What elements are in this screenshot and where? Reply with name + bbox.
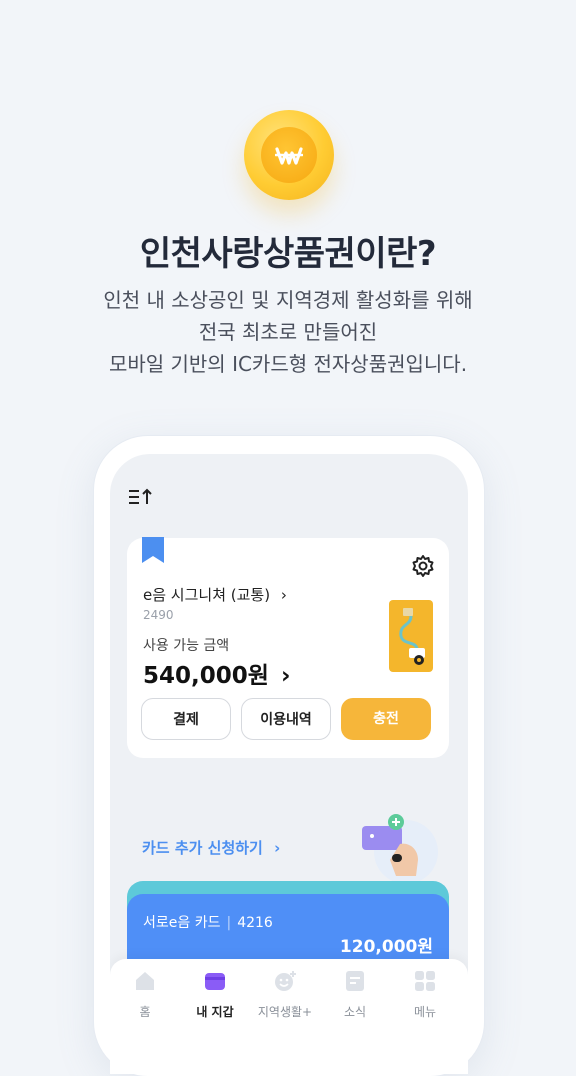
- bookmark-icon[interactable]: [142, 537, 164, 563]
- balance-amount: 540,000원: [143, 663, 269, 689]
- second-card-balance: 120,000원: [339, 937, 433, 957]
- tab-local-life[interactable]: 지역생활+: [250, 969, 320, 1020]
- tab-news[interactable]: 소식: [320, 969, 390, 1020]
- second-card-name: 서로e음 카드: [143, 915, 221, 931]
- intro-desc-line-2: 전국 최초로 만들어진: [198, 320, 378, 344]
- grid-menu-icon: [415, 971, 435, 991]
- bottom-tab-bar: 홈 내 지갑 지역생활+ 소식 메뉴: [110, 959, 468, 1074]
- chevron-right-icon: ›: [280, 586, 287, 604]
- phone-mockup: e음 시그니쳐 (교통) › 2490 사용 가능 금액 540,000원 › …: [94, 436, 484, 1076]
- second-card-number: 4216: [237, 915, 273, 931]
- tab-menu[interactable]: 메뉴: [390, 969, 460, 1020]
- card-name: e음 시그니쳐 (교통): [143, 586, 271, 604]
- phone-screen: e음 시그니쳐 (교통) › 2490 사용 가능 금액 540,000원 › …: [110, 454, 468, 1074]
- home-icon: [136, 972, 154, 990]
- balance-link[interactable]: 540,000원 ›: [143, 656, 290, 690]
- intro-desc-line-3: 모바일 기반의 IC카드형 전자상품권입니다.: [108, 352, 468, 376]
- page-title: 인천사랑상품권이란?: [139, 234, 437, 274]
- available-amount-label: 사용 가능 금액: [143, 638, 230, 654]
- chevron-right-icon: ›: [274, 839, 281, 857]
- tab-label: 홈: [139, 1005, 151, 1019]
- won-coin-icon: [244, 110, 334, 200]
- smile-plus-icon: [275, 971, 296, 991]
- tab-label: 내 지갑: [196, 1005, 234, 1019]
- tab-home[interactable]: 홈: [110, 969, 180, 1020]
- tab-label: 지역생활+: [257, 1005, 313, 1019]
- add-card-label: 카드 추가 신청하기: [142, 839, 263, 857]
- wallet-card-panel: e음 시그니쳐 (교통) › 2490 사용 가능 금액 540,000원 › …: [127, 537, 449, 758]
- wallet-icon: [205, 973, 225, 990]
- intro-desc-line-1: 인천 내 소상공인 및 지역경제 활성화를 위해: [103, 288, 473, 312]
- charge-button[interactable]: 충전: [341, 698, 431, 740]
- news-icon: [346, 971, 364, 991]
- history-button[interactable]: 이용내역: [241, 698, 331, 740]
- card-name-link[interactable]: e음 시그니쳐 (교통) ›: [143, 584, 287, 605]
- card-in-hand-illustration: [362, 814, 438, 884]
- card-image[interactable]: [389, 600, 433, 672]
- tab-label: 메뉴: [413, 1005, 437, 1019]
- tab-label: 소식: [343, 1005, 367, 1019]
- pay-button[interactable]: 결제: [141, 698, 231, 740]
- add-card-link[interactable]: 카드 추가 신청하기 ›: [142, 837, 280, 858]
- gear-icon[interactable]: [411, 554, 435, 578]
- sort-icon[interactable]: [128, 488, 154, 506]
- card-number: 2490: [143, 608, 174, 622]
- chevron-right-icon: ›: [280, 663, 291, 689]
- tab-wallet[interactable]: 내 지갑: [180, 969, 250, 1020]
